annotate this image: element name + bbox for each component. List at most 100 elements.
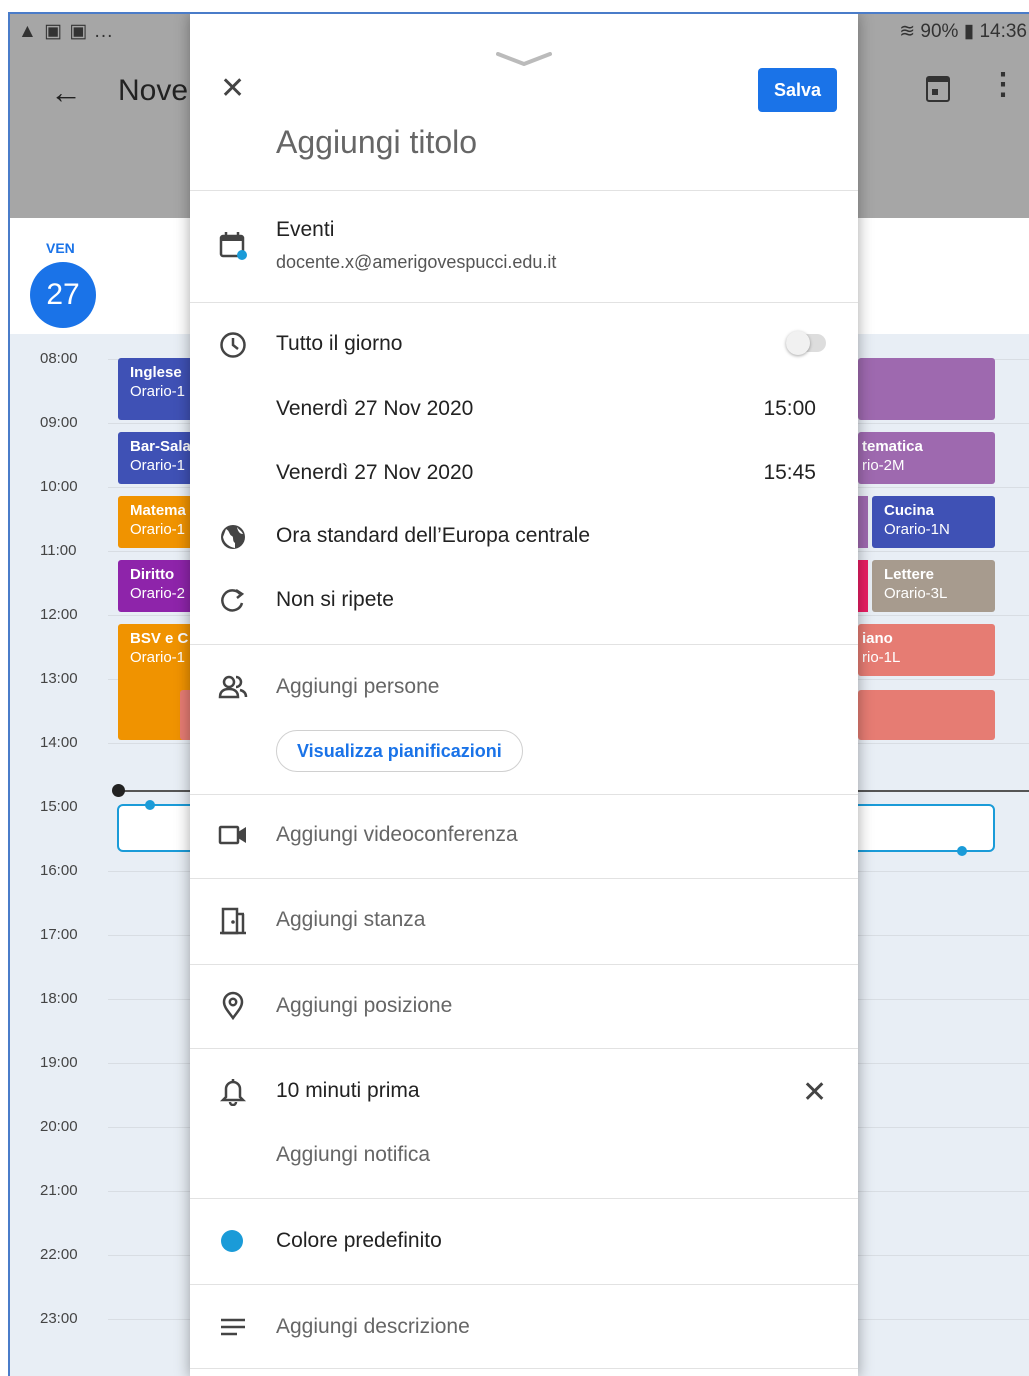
hour-label: 23:00	[40, 1310, 78, 1327]
event-cucina[interactable]: Cucina Orario-1N	[872, 496, 995, 548]
today-calendar-icon[interactable]	[926, 76, 950, 102]
event-title: iano	[862, 630, 893, 647]
timezone[interactable]: Ora standard dell’Europa centrale	[276, 524, 590, 548]
divider	[190, 1368, 858, 1369]
drag-handle-top[interactable]	[145, 800, 155, 810]
current-time-dot	[112, 784, 125, 797]
event-right-red[interactable]	[858, 690, 995, 740]
event-bar-sala[interactable]: Bar-Sala Orario-1	[118, 432, 198, 484]
divider	[190, 1048, 858, 1049]
event-right-purple[interactable]	[858, 358, 995, 420]
add-videoconference[interactable]: Aggiungi videoconferenza	[276, 823, 518, 847]
add-room[interactable]: Aggiungi stanza	[276, 908, 425, 932]
event-title: Inglese	[130, 364, 182, 381]
remove-notification-icon[interactable]: ✕	[802, 1078, 827, 1108]
description-lines-icon	[221, 1318, 245, 1336]
hour-label: 20:00	[40, 1118, 78, 1135]
drag-handle-bottom[interactable]	[957, 846, 967, 856]
end-time[interactable]: 15:45	[763, 461, 816, 485]
divider	[190, 1198, 858, 1199]
calendar-name[interactable]: Eventi	[276, 218, 334, 242]
more-vert-icon[interactable]: ⋮	[988, 70, 1018, 100]
divider	[190, 190, 858, 191]
chevron-down-icon[interactable]	[496, 52, 552, 66]
hour-label: 22:00	[40, 1246, 78, 1263]
save-button[interactable]: Salva	[758, 68, 837, 112]
screen: ▲ ▣ ▣ ... ≋ 90% ▮ 14:36 ← Nove ⋮ VEN 27 …	[8, 12, 1029, 1376]
divider	[190, 302, 858, 303]
bell-icon	[219, 1079, 247, 1106]
event-subtitle: Orario-1	[130, 649, 186, 666]
hour-label: 21:00	[40, 1182, 78, 1199]
color-option[interactable]: Colore predefinito	[276, 1229, 442, 1253]
event-matematica-right[interactable]: tematica rio-2M	[858, 432, 995, 484]
event-title: Matema	[130, 502, 186, 519]
event-subtitle: rio-1L	[862, 649, 901, 666]
event-subtitle: Orario-1	[130, 383, 186, 400]
hour-label: 12:00	[40, 606, 78, 623]
account-email[interactable]: docente.x@amerigovespucci.edu.it	[276, 252, 556, 273]
event-matematica[interactable]: Matema Orario-1	[118, 496, 198, 548]
repeat-option[interactable]: Non si ripete	[276, 588, 394, 612]
notification-item[interactable]: 10 minuti prima	[276, 1079, 420, 1103]
hour-label: 19:00	[40, 1054, 78, 1071]
add-location[interactable]: Aggiungi posizione	[276, 994, 452, 1018]
close-icon[interactable]: ✕	[220, 74, 245, 104]
end-date[interactable]: Venerdì 27 Nov 2020	[276, 461, 473, 485]
start-date[interactable]: Venerdì 27 Nov 2020	[276, 397, 473, 421]
event-editor-sheet: ✕ Salva Aggiungi titolo Eventi docente.x…	[190, 14, 858, 1376]
repeat-icon	[221, 588, 245, 612]
battery-level: 90%	[920, 21, 959, 42]
door-icon	[220, 907, 246, 935]
notification-icons: ▲ ▣ ▣ ...	[18, 21, 114, 42]
view-schedules-button[interactable]: Visualizza pianificazioni	[276, 730, 523, 772]
event-title: Diritto	[130, 566, 175, 583]
event-subtitle: Orario-1	[130, 521, 186, 538]
color-swatch-icon	[221, 1230, 243, 1252]
all-day-toggle[interactable]	[786, 331, 826, 355]
event-subtitle: rio-2M	[862, 457, 905, 474]
event-subtitle: Orario-1N	[884, 521, 950, 538]
event-edge-block[interactable]	[858, 496, 868, 548]
event-lettere[interactable]: Lettere Orario-3L	[872, 560, 995, 612]
event-title: Bar-Sala	[130, 438, 191, 455]
divider	[190, 644, 858, 645]
event-title: Cucina	[884, 502, 935, 519]
hour-label: 18:00	[40, 990, 78, 1007]
divider	[190, 1284, 858, 1285]
event-edge-block[interactable]	[858, 560, 868, 612]
wifi-icon: ≋	[899, 21, 916, 42]
add-notification[interactable]: Aggiungi notifica	[276, 1143, 430, 1167]
clock: 14:36	[979, 21, 1027, 42]
clock-icon	[220, 332, 246, 358]
divider	[190, 964, 858, 965]
hour-label: 09:00	[40, 414, 78, 431]
event-subtitle: Orario-2	[130, 585, 186, 602]
event-inglese[interactable]: Inglese Orario-1	[118, 358, 198, 420]
hour-label: 15:00	[40, 798, 78, 815]
hour-label: 11:00	[40, 542, 77, 559]
hour-label: 14:00	[40, 734, 78, 751]
title-input[interactable]: Aggiungi titolo	[276, 124, 477, 161]
event-subtitle: Orario-1	[130, 457, 186, 474]
location-pin-icon	[222, 991, 244, 1020]
day-number[interactable]: 27	[30, 262, 96, 328]
event-title: tematica	[862, 438, 923, 455]
add-people[interactable]: Aggiungi persone	[276, 675, 439, 699]
start-time[interactable]: 15:00	[763, 397, 816, 421]
add-description[interactable]: Aggiungi descrizione	[276, 1315, 470, 1339]
divider	[190, 794, 858, 795]
back-arrow-icon[interactable]: ←	[50, 74, 82, 111]
event-title: Lettere	[884, 566, 935, 583]
event-italiano[interactable]: iano rio-1L	[858, 624, 995, 676]
hour-label: 08:00	[40, 350, 78, 367]
hour-label: 17:00	[40, 926, 78, 943]
globe-icon	[221, 525, 245, 549]
status-right: ≋ 90% ▮ 14:36	[899, 20, 1027, 43]
day-name: VEN	[46, 240, 75, 256]
month-title: Nove	[118, 74, 189, 107]
hour-label: 13:00	[40, 670, 78, 687]
calendar-icon	[219, 232, 247, 260]
event-title: BSV e C	[130, 630, 189, 647]
event-diritto[interactable]: Diritto Orario-2	[118, 560, 198, 612]
